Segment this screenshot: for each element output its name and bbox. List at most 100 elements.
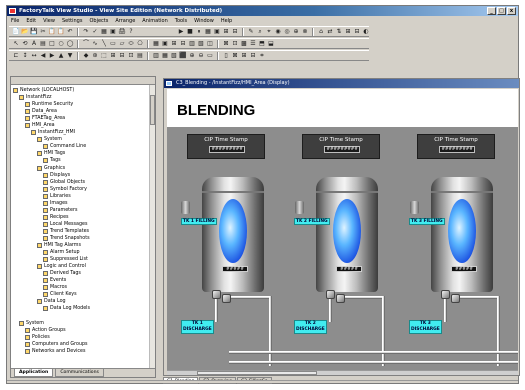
standard-tool-icon[interactable]: 💾	[30, 28, 38, 36]
tree-node[interactable]: Macros	[13, 284, 149, 291]
arrange-tool-icon[interactable]: ⊏	[12, 52, 20, 60]
tree-node[interactable]: Derived Tags	[13, 270, 149, 277]
arrange-tool-icon[interactable]: ↔	[30, 52, 38, 60]
objects-tool-icon[interactable]: ◫	[206, 40, 214, 48]
tree-node[interactable]: Graphics	[13, 165, 149, 172]
test-tool-icon[interactable]: ◎	[283, 28, 291, 36]
arrange-tool-icon[interactable]: ▥	[152, 52, 160, 60]
tree-node[interactable]: Data Log Models	[13, 305, 149, 312]
valve-icon[interactable]	[326, 290, 335, 299]
tree-node[interactable]: Policies	[13, 334, 149, 341]
standard-tool-icon[interactable]: ✂	[39, 28, 47, 36]
tree-node[interactable]: Recipes	[13, 214, 149, 221]
arrange-tool-icon[interactable]: ▭	[206, 52, 214, 60]
test-tool-icon[interactable]: ⌂	[317, 28, 325, 36]
test-tool-icon[interactable]: ▦	[204, 28, 212, 36]
test-tool-icon[interactable]: ⊗	[301, 28, 309, 36]
arrange-tool-icon[interactable]: ▶	[48, 52, 56, 60]
tree-node[interactable]: Data Log	[13, 298, 149, 305]
objects-tool-icon[interactable]: A	[30, 40, 38, 48]
test-tool-icon[interactable]: ✎	[247, 28, 255, 36]
test-tool-icon[interactable]: ◉	[274, 28, 282, 36]
menu-objects[interactable]: Objects	[89, 18, 108, 24]
tree-node[interactable]: Computers and Groups	[13, 341, 149, 348]
standard-tool-icon[interactable]: 🖨	[118, 28, 126, 36]
tree-node[interactable]: Runtime Security	[13, 101, 149, 108]
standard-tool-icon[interactable]: ?	[127, 28, 135, 36]
arrange-tool-icon[interactable]: ▼	[66, 52, 74, 60]
tree-node[interactable]: Libraries	[13, 193, 149, 200]
objects-tool-icon[interactable]: ▭	[109, 40, 117, 48]
standard-tool-icon[interactable]: ↶	[66, 28, 74, 36]
objects-tool-icon[interactable]: ▦	[152, 40, 160, 48]
objects-tool-icon[interactable]: ⬓	[267, 40, 275, 48]
tank-1-discharge-button[interactable]: TK 1 DISCHARGE	[181, 320, 214, 334]
arrange-tool-icon[interactable]: ▧	[170, 52, 178, 60]
standard-tool-icon[interactable]: 📋	[57, 28, 65, 36]
arrange-tool-icon[interactable]: ⬚	[100, 52, 108, 60]
valve-icon[interactable]	[336, 294, 345, 303]
arrange-tool-icon[interactable]: ⌗	[258, 52, 266, 60]
test-tool-icon[interactable]: ▶	[177, 28, 185, 36]
tree-node[interactable]: Global Objects	[13, 179, 149, 186]
tank-3[interactable]: #####	[431, 177, 493, 292]
objects-tool-icon[interactable]: ↖	[12, 40, 20, 48]
objects-tool-icon[interactable]: ▤	[39, 40, 47, 48]
tab-communications[interactable]: Communications	[55, 369, 104, 377]
objects-tool-icon[interactable]: ⊠	[222, 40, 230, 48]
tree-node[interactable]: Parameters	[13, 207, 149, 214]
tank-2-discharge-button[interactable]: TK 2 DISCHARGE	[294, 320, 327, 334]
test-tool-icon[interactable]: ⊕	[292, 28, 300, 36]
arrange-tool-icon[interactable]: ↕	[21, 52, 29, 60]
test-tool-icon[interactable]: ■	[186, 28, 194, 36]
test-tool-icon[interactable]: ▣	[213, 28, 221, 36]
standard-tool-icon[interactable]: ▦	[100, 28, 108, 36]
test-tool-icon[interactable]: ⏸	[195, 28, 203, 36]
arrange-tool-icon[interactable]: ⊠	[231, 52, 239, 60]
menu-arrange[interactable]: Arrange	[115, 18, 135, 24]
objects-tool-icon[interactable]: ⬒	[258, 40, 266, 48]
objects-tool-icon[interactable]: ⌒	[82, 40, 90, 48]
arrange-tool-icon[interactable]: ⊞	[240, 52, 248, 60]
menu-edit[interactable]: Edit	[26, 18, 36, 24]
arrange-tool-icon[interactable]: ◀	[39, 52, 47, 60]
arrange-tool-icon[interactable]: ▯	[222, 52, 230, 60]
menu-help[interactable]: Help	[221, 18, 232, 24]
display-scroll-thumb[interactable]	[197, 371, 317, 375]
arrange-tool-icon[interactable]: ⊡	[127, 52, 135, 60]
objects-tool-icon[interactable]: ⟲	[21, 40, 29, 48]
standard-tool-icon[interactable]: ✓	[91, 28, 99, 36]
arrange-tool-icon[interactable]: ⊛	[91, 52, 99, 60]
tree-node[interactable]: System	[13, 136, 149, 143]
menu-view[interactable]: View	[43, 18, 55, 24]
title-bar[interactable]: FactoryTalk View Studio - View Site Edit…	[7, 6, 518, 16]
test-tool-icon[interactable]: ◐	[362, 28, 370, 36]
tree-node[interactable]: InstantFizz	[13, 94, 149, 101]
arrange-tool-icon[interactable]: ▦	[161, 52, 169, 60]
standard-tool-icon[interactable]: 📄	[12, 28, 20, 36]
test-tool-icon[interactable]: ⇅	[335, 28, 343, 36]
menu-file[interactable]: File	[11, 18, 19, 24]
tree-node[interactable]: Tags	[13, 157, 149, 164]
objects-tool-icon[interactable]: ⎔	[136, 40, 144, 48]
display-horizontal-scrollbar[interactable]	[167, 370, 518, 375]
arrange-tool-icon[interactable]: ⊖	[197, 52, 205, 60]
tree-node[interactable]: System	[13, 320, 149, 327]
tree-node[interactable]: HMI_Area	[13, 122, 149, 129]
tree-node[interactable]: Trend Snapshots	[13, 235, 149, 242]
tree-node[interactable]: Logic and Control	[13, 263, 149, 270]
objects-tool-icon[interactable]: ⊞	[170, 40, 178, 48]
objects-tool-icon[interactable]: ▧	[197, 40, 205, 48]
objects-tool-icon[interactable]: ▱	[118, 40, 126, 48]
objects-tool-icon[interactable]: ⊟	[179, 40, 187, 48]
tree-node[interactable]: Alarm Setup	[13, 249, 149, 256]
tree-node[interactable]: Data_Area	[13, 108, 149, 115]
objects-tool-icon[interactable]: □	[48, 40, 56, 48]
tree-node[interactable]: Action Groups	[13, 327, 149, 334]
standard-tool-icon[interactable]: ↷	[82, 28, 90, 36]
objects-tool-icon[interactable]: ◯	[66, 40, 74, 48]
maximize-button[interactable]: □	[497, 7, 506, 15]
test-tool-icon[interactable]: ⌖	[265, 28, 273, 36]
valve-icon[interactable]	[222, 294, 231, 303]
tree-node[interactable]	[13, 313, 149, 320]
